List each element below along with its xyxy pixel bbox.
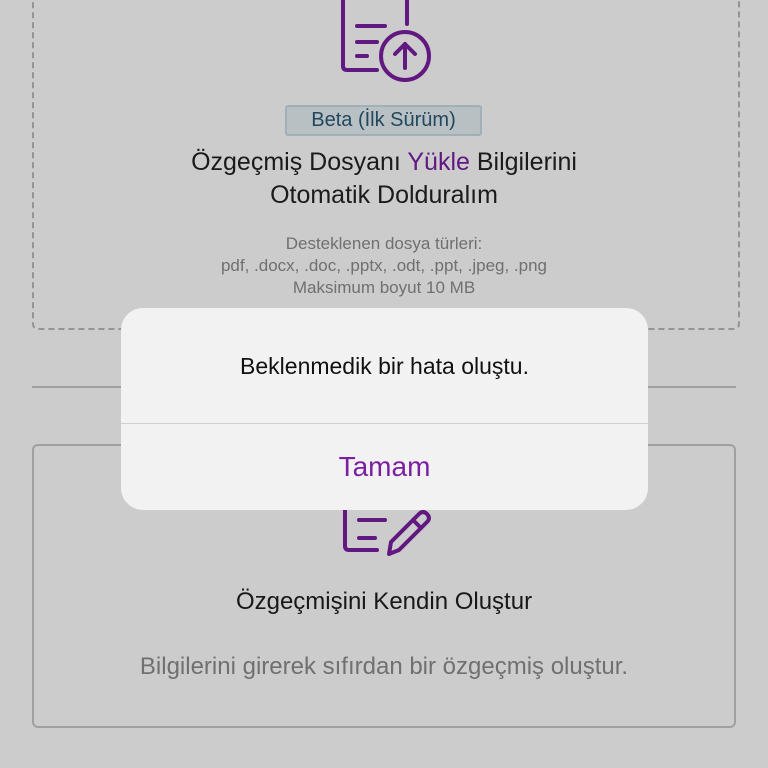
ok-button[interactable]: Tamam xyxy=(121,424,648,510)
alert-message: Beklenmedik bir hata oluştu. xyxy=(240,352,529,379)
page: Beta (İlk Sürüm) Özgeçmiş Dosyanı Yükle … xyxy=(0,0,768,768)
error-alert-dialog: Beklenmedik bir hata oluştu. Tamam xyxy=(121,308,648,510)
